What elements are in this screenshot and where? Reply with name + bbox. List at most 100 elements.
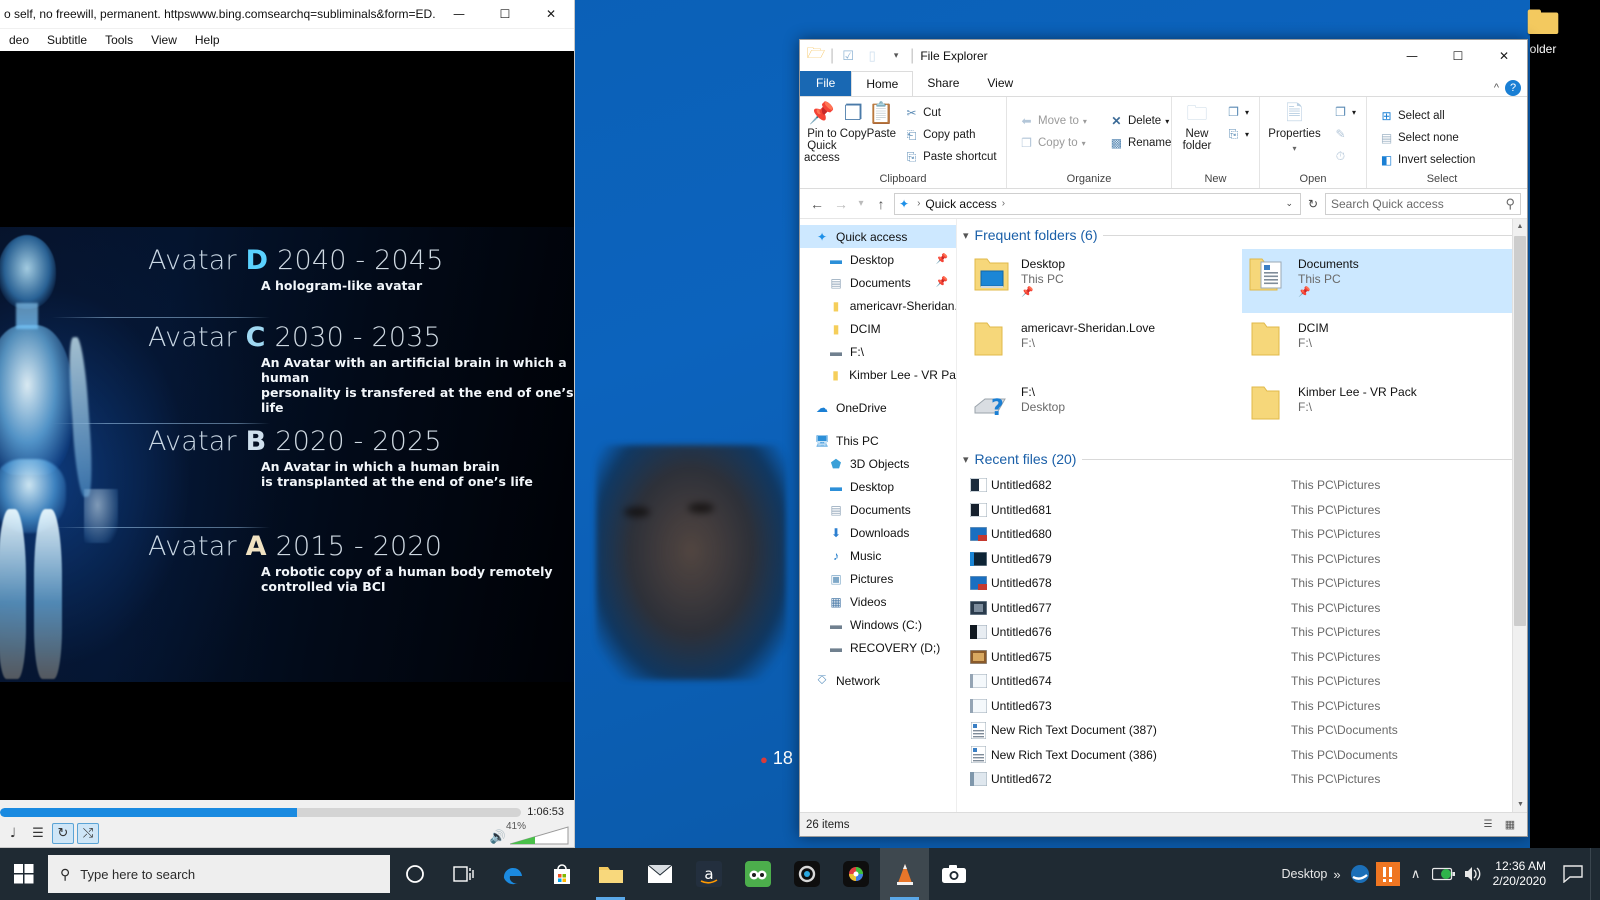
nav-item-3d-objects[interactable]: ⬟ 3D Objects xyxy=(800,452,956,475)
select-all-button[interactable]: ⊞ Select all xyxy=(1375,106,1479,126)
clock[interactable]: 12:36 AM 2/20/2020 xyxy=(1487,859,1556,889)
taskbar-search-box[interactable]: ⚲ Type here to search xyxy=(48,855,390,893)
shuffle-button[interactable]: ⤭ xyxy=(77,822,99,844)
frequent-folder-item[interactable]: Documents This PC 📌 xyxy=(1242,249,1519,313)
explorer-address-bar[interactable]: ← → ▾ ↑ ✦ › Quick access › ⌄ ↻ Search Qu… xyxy=(800,189,1527,218)
frequent-folder-item[interactable]: americavr-Sheridan.Love F:\ xyxy=(965,313,1242,377)
tab-share[interactable]: Share xyxy=(913,71,973,96)
delete-button[interactable]: ✕ Delete ▾ xyxy=(1105,111,1175,131)
frequent-folder-item[interactable]: Kimber Lee - VR Pack F:\ xyxy=(1242,377,1519,441)
recent-files-header[interactable]: ▾ Recent files (20) xyxy=(957,441,1527,471)
move-to-button[interactable]: ⬅ Move to ▾ xyxy=(1015,111,1091,131)
recent-locations-button[interactable]: ▾ xyxy=(854,193,868,215)
list-item[interactable]: Untitled674 This PC\Pictures xyxy=(965,669,1519,694)
nav-item-windows-c[interactable]: ▬ Windows (C:) xyxy=(800,613,956,636)
ribbon-help-icon[interactable]: ? xyxy=(1505,80,1521,96)
task-view-icon[interactable] xyxy=(439,848,488,900)
volume-icon[interactable] xyxy=(1459,865,1487,883)
menu-item-video[interactable]: deo xyxy=(0,29,38,51)
edit-button[interactable]: ✎ xyxy=(1329,124,1360,144)
rename-button[interactable]: ▩ Rename xyxy=(1105,133,1175,153)
scroll-down-arrow-icon[interactable]: ▼ xyxy=(1513,797,1527,812)
delete-caret-icon[interactable]: ▾ xyxy=(1165,117,1169,126)
pin-icon[interactable]: 📌 xyxy=(936,254,956,265)
pin-icon[interactable]: 📌 xyxy=(936,277,956,288)
list-item[interactable]: Untitled680 This PC\Pictures xyxy=(965,522,1519,547)
list-item[interactable]: Untitled682 This PC\Pictures xyxy=(965,473,1519,498)
explorer-ribbon-tabs[interactable]: File Home Share View ^ ? xyxy=(800,71,1527,96)
list-item[interactable]: Untitled672 This PC\Pictures xyxy=(965,767,1519,792)
easy-access-button[interactable]: ⎘ ▾ xyxy=(1222,124,1253,144)
scrollbar-thumb[interactable] xyxy=(1514,236,1526,626)
player-controls[interactable]: 1:06:53 ♩ ☰ ↻ ⤭ 41% 🔊 xyxy=(0,800,574,847)
ie-tray-icon[interactable] xyxy=(1347,864,1373,884)
nav-item-kimber-lee-vr-pack[interactable]: ▮ Kimber Lee - VR Pac xyxy=(800,363,956,386)
explorer-maximize-button[interactable]: ☐ xyxy=(1435,41,1481,71)
frequent-folder-item[interactable]: ? F:\ Desktop xyxy=(965,377,1242,441)
frequent-folders-header[interactable]: ▾ Frequent folders (6) xyxy=(957,219,1527,247)
search-box[interactable]: Search Quick access ⚲ xyxy=(1325,192,1521,215)
open-with-button[interactable]: ❐ ▾ xyxy=(1329,102,1360,122)
open-with-caret-icon[interactable]: ▾ xyxy=(1352,108,1356,117)
volume-slider[interactable] xyxy=(509,825,572,845)
list-item[interactable]: Untitled677 This PC\Pictures xyxy=(965,596,1519,621)
nav-item-onedrive[interactable]: ☁ OneDrive xyxy=(800,396,956,419)
tab-view[interactable]: View xyxy=(973,71,1027,96)
cut-button[interactable]: ✂ Cut xyxy=(900,103,1001,123)
recent-files-list[interactable]: Untitled682 This PC\Pictures Untitled681… xyxy=(957,471,1527,792)
player-minimize-button[interactable]: — xyxy=(436,0,482,29)
file-explorer-icon[interactable] xyxy=(586,848,635,900)
nav-item-music[interactable]: ♪ Music xyxy=(800,544,956,567)
content-pane[interactable]: ▾ Frequent folders (6) Desktop This PC 📌… xyxy=(957,219,1527,812)
list-item[interactable]: Untitled676 This PC\Pictures xyxy=(965,620,1519,645)
snipping-tool-icon[interactable] xyxy=(929,848,978,900)
nav-item-documents-pc[interactable]: ▤ Documents xyxy=(800,498,956,521)
history-button[interactable]: ⏱ xyxy=(1329,146,1360,166)
frequent-folders-grid[interactable]: Desktop This PC 📌 Documents This PC 📌 am… xyxy=(957,247,1527,441)
pin-to-quick-access-button[interactable]: 📌 Pin to Quick access xyxy=(804,100,840,165)
chevron-down-icon[interactable]: ▾ xyxy=(963,453,969,466)
explorer-app-icon[interactable]: 🗁 xyxy=(806,45,826,66)
scroll-up-arrow-icon[interactable]: ▲ xyxy=(1513,219,1527,234)
list-item[interactable]: New Rich Text Document (387) This PC\Doc… xyxy=(965,718,1519,743)
loop-button[interactable]: ↻ xyxy=(52,822,74,844)
player-titlebar[interactable]: o self, no freewill, permanent. httpswww… xyxy=(0,0,574,29)
paste-shortcut-button[interactable]: ⎘ Paste shortcut xyxy=(900,147,1001,167)
list-item[interactable]: Untitled678 This PC\Pictures xyxy=(965,571,1519,596)
warning-tray-icon[interactable] xyxy=(1373,862,1403,886)
nav-item-dcim[interactable]: ▮ DCIM xyxy=(800,317,956,340)
vlc-media-player-icon[interactable] xyxy=(880,848,929,900)
nav-item-pictures[interactable]: ▣ Pictures xyxy=(800,567,956,590)
search-icon[interactable]: ⚲ xyxy=(1505,196,1515,212)
move-to-caret-icon[interactable]: ▾ xyxy=(1083,117,1087,126)
nav-item-this-pc[interactable]: 🖥 This PC xyxy=(800,429,956,452)
video-surface[interactable]: Avatar D 2040 - 2045 A hologram-like ava… xyxy=(0,51,574,800)
back-button[interactable]: ← xyxy=(806,193,828,215)
menu-item-view[interactable]: View xyxy=(142,29,186,51)
large-icons-view-button[interactable]: ▦ xyxy=(1499,816,1521,834)
list-item[interactable]: Untitled679 This PC\Pictures xyxy=(965,547,1519,572)
camera-app-icon[interactable] xyxy=(782,848,831,900)
cortana-icon[interactable] xyxy=(390,848,439,900)
search-input[interactable]: Search Quick access xyxy=(1331,197,1444,211)
explorer-titlebar[interactable]: 🗁 | ☑ ▯ ▾ | File Explorer — ☐ ✕ xyxy=(800,40,1527,71)
list-item[interactable]: New Rich Text Document (386) This PC\Doc… xyxy=(965,743,1519,768)
tab-home[interactable]: Home xyxy=(851,71,914,96)
select-none-button[interactable]: ▤ Select none xyxy=(1375,128,1479,148)
explorer-ribbon[interactable]: 📌 Pin to Quick access ❐ Copy 📋 Paste ✂ C… xyxy=(800,96,1527,189)
navigation-pane[interactable]: ✦ Quick access ▬ Desktop 📌 ▤ Documents 📌… xyxy=(800,219,957,812)
player-button-row[interactable]: ♩ ☰ ↻ ⤭ 41% 🔊 xyxy=(0,820,574,846)
nav-item-documents[interactable]: ▤ Documents 📌 xyxy=(800,271,956,294)
breadcrumb-quick-access[interactable]: Quick access xyxy=(925,197,996,211)
frequent-folder-item[interactable]: DCIM F:\ xyxy=(1242,313,1519,377)
easy-access-caret-icon[interactable]: ▾ xyxy=(1245,130,1249,139)
properties-button[interactable]: 🗎 Properties ▾ xyxy=(1264,100,1325,155)
list-item[interactable]: Untitled673 This PC\Pictures xyxy=(965,694,1519,719)
nav-item-desktop-pc[interactable]: ▬ Desktop xyxy=(800,475,956,498)
playlist-button[interactable]: ☰ xyxy=(27,823,49,844)
list-item[interactable]: Untitled675 This PC\Pictures xyxy=(965,645,1519,670)
explorer-minimize-button[interactable]: — xyxy=(1389,41,1435,71)
amazon-icon[interactable]: a xyxy=(684,848,733,900)
copy-to-caret-icon[interactable]: ▾ xyxy=(1082,139,1086,148)
tab-file[interactable]: File xyxy=(800,71,852,96)
